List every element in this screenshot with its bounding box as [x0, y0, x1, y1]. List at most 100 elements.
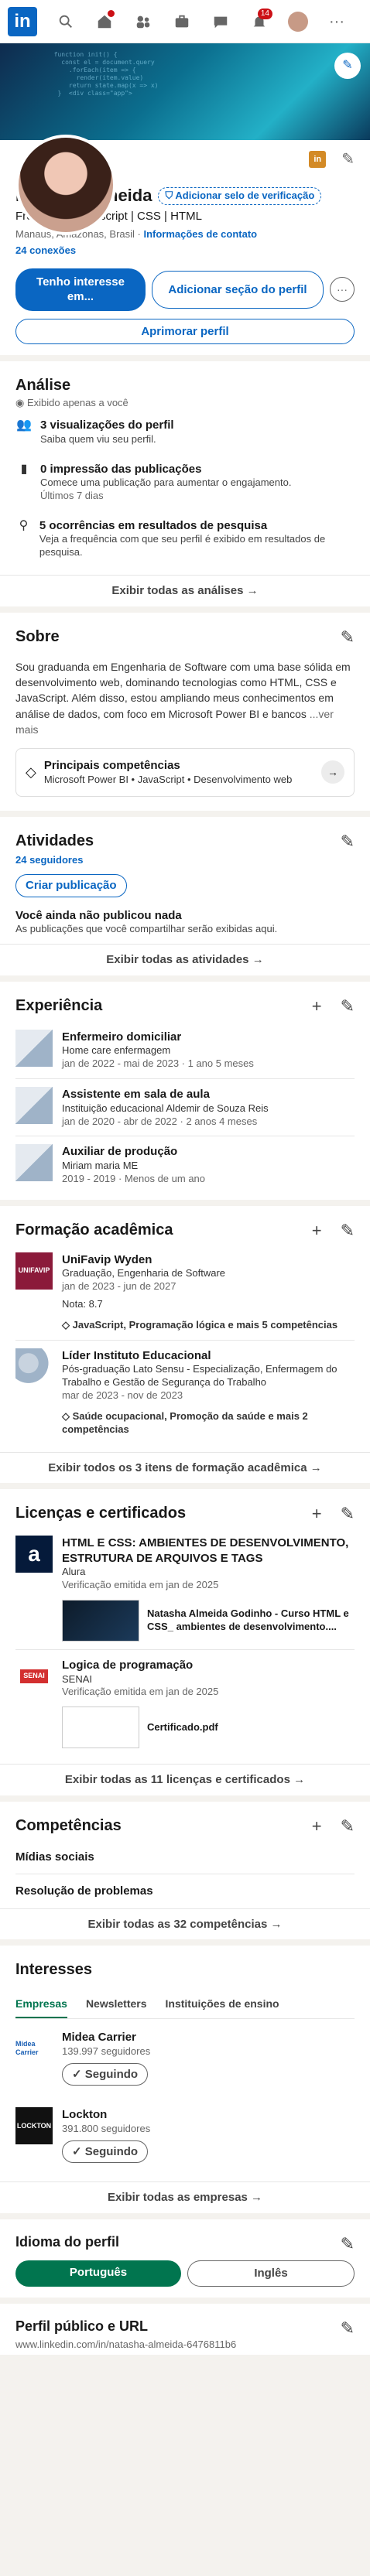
- analysis-subtitle: ◉ Exibido apenas a você: [15, 397, 128, 409]
- jobs-icon[interactable]: [164, 6, 200, 37]
- company-logo-icon[interactable]: in: [309, 151, 327, 168]
- analysis-section: Análise ◉ Exibido apenas a você 👥 3 visu…: [0, 361, 370, 606]
- language-english-button[interactable]: Inglês: [187, 2260, 355, 2287]
- experience-date: jan de 2022 - mai de 2023 · 1 ano 5 mese…: [62, 1057, 254, 1070]
- connections-link[interactable]: 24 conexões: [15, 244, 355, 258]
- edit-banner-button[interactable]: ✎: [334, 53, 361, 79]
- tab-companies[interactable]: Empresas: [15, 1990, 67, 2019]
- analysis-item[interactable]: ⚲ 5 ocorrências em resultados de pesquis…: [15, 511, 355, 567]
- license-date: Verificação emitida em jan de 2025: [62, 1686, 219, 1698]
- arrow-right-icon[interactable]: →: [321, 760, 344, 784]
- top-skills-card[interactable]: ◇ Principais competências Microsoft Powe…: [15, 748, 355, 797]
- contact-info-link[interactable]: Informações de contato: [143, 228, 257, 240]
- show-all-companies-link[interactable]: Exibir todas as empresas →: [0, 2181, 370, 2213]
- interest-button[interactable]: Tenho interesse em...: [15, 268, 146, 311]
- skills-title: Competências: [15, 1816, 122, 1834]
- license-item[interactable]: SENAI Logica de programação SENAI Verifi…: [15, 1650, 355, 1756]
- edit-license-icon[interactable]: ✎: [341, 1503, 355, 1525]
- edit-url-icon[interactable]: ✎: [341, 2318, 355, 2340]
- show-all-activity-link[interactable]: Exibir todas as atividades →: [0, 944, 370, 975]
- add-section-button[interactable]: Adicionar seção do perfil: [152, 270, 324, 309]
- verify-badge-button[interactable]: ⛉ Adicionar selo de verificação: [158, 186, 322, 205]
- public-url-text[interactable]: www.linkedin.com/in/natasha-almeida-6476…: [15, 2339, 355, 2352]
- me-avatar[interactable]: [280, 6, 316, 37]
- skill-item[interactable]: Mídias sociais: [15, 1840, 355, 1875]
- interest-item[interactable]: Midea Carrier Midea Carrier 139.997 segu…: [15, 2019, 355, 2096]
- language-portuguese-button[interactable]: Português: [15, 2260, 181, 2287]
- edit-language-icon[interactable]: ✎: [341, 2233, 355, 2256]
- company-logo: LOCKTON: [15, 2107, 53, 2145]
- license-title: Logica de programação: [62, 1659, 194, 1672]
- add-experience-icon[interactable]: +: [312, 996, 322, 1018]
- home-icon[interactable]: [87, 6, 122, 37]
- edit-experience-icon[interactable]: ✎: [341, 996, 355, 1018]
- company-logo: [15, 1029, 53, 1067]
- search-icon: ⚲: [19, 518, 29, 532]
- activity-empty-desc: As publicações que você compartilhar ser…: [15, 923, 278, 935]
- license-media[interactable]: Certificado.pdf: [62, 1707, 218, 1749]
- analysis-item[interactable]: ▮ 0 impressão das publicações Comece uma…: [15, 454, 355, 511]
- add-skill-icon[interactable]: +: [312, 1816, 322, 1838]
- following-button[interactable]: ✓ Seguindo: [62, 2062, 149, 2086]
- edit-skill-icon[interactable]: ✎: [341, 1816, 355, 1838]
- show-all-education-link[interactable]: Exibir todos os 3 itens de formação acad…: [0, 1451, 370, 1484]
- enhance-profile-button[interactable]: Aprimorar perfil: [15, 318, 355, 345]
- license-media[interactable]: Natasha Almeida Godinho - Curso HTML e C…: [62, 1600, 355, 1642]
- edit-intro-icon[interactable]: ✎: [341, 149, 355, 169]
- network-icon[interactable]: [125, 6, 161, 37]
- analysis-item-desc: Saiba quem viu seu perfil.: [40, 432, 156, 445]
- analysis-item-extra: Últimos 7 dias: [40, 490, 104, 502]
- add-education-icon[interactable]: +: [312, 1220, 322, 1242]
- skills-section: Competências + ✎ Mídias sociais Resolução…: [0, 1801, 370, 1940]
- interest-name: Lockton: [62, 2108, 108, 2122]
- experience-item[interactable]: Assistente em sala de aula Instituição e…: [15, 1079, 355, 1136]
- licenses-title: Licenças e certificados: [15, 1505, 187, 1522]
- analysis-item-desc: Comece uma publicação para aumentar o en…: [40, 477, 292, 489]
- analysis-item[interactable]: 👥 3 visualizações do perfil Saiba quem v…: [15, 410, 355, 453]
- edit-about-icon[interactable]: ✎: [341, 627, 355, 649]
- notifications-icon[interactable]: 14: [242, 6, 277, 37]
- banner-code-pattern: function init() { const el = document.qu…: [53, 51, 159, 97]
- education-school: UniFavip Wyden: [62, 1252, 152, 1266]
- messaging-icon[interactable]: [203, 6, 238, 37]
- tab-schools[interactable]: Instituições de ensino: [166, 1990, 279, 2018]
- education-item[interactable]: Líder Instituto Educacional Pós-graduaçã…: [15, 1341, 355, 1444]
- activity-empty-title: Você ainda não publicou nada: [15, 908, 182, 922]
- issuer-logo: SENAI: [20, 1669, 48, 1683]
- skill-item[interactable]: Resolução de problemas: [15, 1874, 355, 1908]
- show-all-analysis-link[interactable]: Exibir todas as análises →: [0, 575, 370, 606]
- interest-item[interactable]: LOCKTON Lockton 391.800 seguidores ✓ Seg…: [15, 2096, 355, 2174]
- license-title: HTML E CSS: AMBIENTES DE DESENVOLVIMENTO…: [62, 1536, 349, 1565]
- interest-followers: 391.800 seguidores: [62, 2122, 151, 2134]
- education-section: Formação acadêmica + ✎ UNIFAVIP UniFavip …: [0, 1205, 370, 1484]
- analysis-title: Análise: [15, 377, 71, 395]
- license-item[interactable]: a HTML E CSS: AMBIENTES DE DESENVOLVIMEN…: [15, 1523, 355, 1649]
- license-issuer: SENAI: [62, 1672, 93, 1685]
- followers-count[interactable]: 24 seguidores: [15, 854, 355, 867]
- tab-newsletters[interactable]: Newsletters: [86, 1990, 147, 2018]
- show-all-licenses-link[interactable]: Exibir todas as 11 licenças e certificad…: [0, 1764, 370, 1795]
- certificate-thumbnail: [62, 1600, 139, 1642]
- linkedin-logo[interactable]: in: [8, 6, 37, 36]
- interest-followers: 139.997 seguidores: [62, 2045, 151, 2057]
- edit-education-icon[interactable]: ✎: [341, 1220, 355, 1242]
- education-degree: Pós-graduação Lato Sensu - Especializaçã…: [62, 1363, 337, 1389]
- analysis-item-title: 5 ocorrências em resultados de pesquisa: [39, 518, 268, 532]
- search-icon[interactable]: [48, 6, 84, 37]
- experience-item[interactable]: Auxiliar de produção Miriam maria ME 201…: [15, 1136, 355, 1193]
- diamond-icon: ◇: [26, 764, 36, 780]
- interests-section: Interesses Empresas Newsletters Institui…: [0, 1946, 370, 2213]
- bar-chart-icon: ▮: [20, 462, 28, 476]
- top-nav: in 14 ···: [0, 0, 370, 43]
- show-all-skills-link[interactable]: Exibir todas as 32 competências →: [0, 1908, 370, 1940]
- experience-item[interactable]: Enfermeiro domiciliar Home care enfermag…: [15, 1022, 355, 1078]
- edit-activity-icon[interactable]: ✎: [341, 831, 355, 853]
- create-post-button[interactable]: Criar publicação: [15, 874, 127, 897]
- following-button[interactable]: ✓ Seguindo: [62, 2140, 149, 2164]
- more-icon[interactable]: ···: [319, 6, 355, 37]
- notifications-badge: 14: [257, 8, 272, 19]
- add-license-icon[interactable]: +: [312, 1503, 322, 1525]
- education-item[interactable]: UNIFAVIP UniFavip Wyden Graduação, Engen…: [15, 1240, 355, 1340]
- profile-photo[interactable]: [15, 135, 116, 235]
- more-actions-button[interactable]: ···: [330, 277, 355, 302]
